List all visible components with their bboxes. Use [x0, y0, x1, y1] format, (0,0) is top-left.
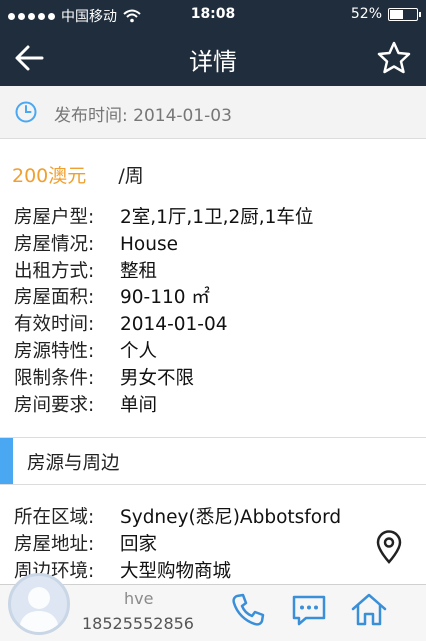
attribute-value: House	[120, 233, 178, 255]
page-title: 详情	[189, 48, 237, 76]
divider	[0, 484, 426, 485]
attribute-row: 房屋面积: 90-110 ㎡	[14, 285, 313, 312]
attribute-row: 房屋情况: House	[14, 232, 313, 259]
area-row: 房屋地址: 回家	[14, 532, 341, 559]
attribute-row: 房屋户型: 2室,1厅,1卫,2厨,1车位	[14, 205, 313, 232]
attribute-label: 房屋情况:	[14, 233, 95, 255]
area-value: 回家	[120, 533, 158, 555]
publish-date: 发布时间: 2014-01-03	[54, 106, 232, 126]
price-unit: /周	[118, 165, 144, 187]
section-accent-bar	[0, 438, 13, 484]
attribute-value: 单间	[120, 394, 158, 416]
attribute-row: 房源特性: 个人	[14, 339, 313, 366]
attribute-row: 有效时间: 2014-01-04	[14, 312, 313, 339]
map-pin-icon[interactable]	[374, 530, 404, 564]
attribute-label: 房间要求:	[14, 394, 95, 416]
battery-icon	[388, 7, 421, 21]
clock-icon	[15, 101, 37, 123]
section-title: 房源与周边	[27, 453, 120, 474]
section-header: 房源与周边	[0, 438, 426, 484]
attribute-value: 整租	[120, 260, 158, 282]
area-value: 大型购物商城	[120, 560, 232, 582]
attribute-value: 个人	[120, 340, 158, 362]
contact-phone: 18525552856	[82, 614, 194, 633]
attribute-row: 限制条件: 男女不限	[14, 366, 313, 393]
attribute-label: 房屋面积:	[14, 287, 95, 309]
phone-icon[interactable]	[228, 590, 268, 630]
attribute-value: 男女不限	[120, 367, 195, 389]
nav-bar: 详情	[0, 30, 426, 86]
attribute-label: 房源特性:	[14, 340, 95, 362]
attribute-value: 90-110 ㎡	[120, 287, 210, 309]
publish-bar: 发布时间: 2014-01-03	[0, 86, 426, 139]
battery-percent: 52%	[350, 6, 382, 22]
price-amount: 200澳元	[12, 165, 87, 187]
attribute-row: 房间要求: 单间	[14, 393, 313, 420]
battery-group: 52%	[350, 6, 421, 22]
area-label: 房屋地址:	[14, 533, 95, 555]
area-label: 所在区域:	[14, 507, 95, 528]
price: 200澳元 /周	[12, 161, 144, 188]
area-value: Sydney(悉尼)Abbotsford	[120, 507, 342, 528]
message-icon[interactable]	[289, 590, 329, 630]
attribute-value: 2014-01-04	[120, 314, 228, 336]
attribute-label: 有效时间:	[14, 314, 95, 336]
attribute-label: 限制条件:	[14, 367, 95, 389]
contact-name: hve	[124, 589, 154, 608]
area-row: 周边环境: 大型购物商城	[14, 559, 341, 586]
attribute-value: 2室,1厅,1卫,2厨,1车位	[120, 207, 314, 228]
home-icon[interactable]	[349, 590, 389, 630]
star-icon[interactable]	[376, 40, 412, 76]
attribute-label: 出租方式:	[14, 260, 95, 282]
area-row: 所在区域: Sydney(悉尼)Abbotsford	[14, 505, 341, 532]
avatar[interactable]	[8, 573, 70, 635]
area-list: 所在区域: Sydney(悉尼)Abbotsford 房屋地址: 回家 周边环境: 大…	[14, 505, 341, 585]
attribute-row: 出租方式: 整租	[14, 259, 313, 286]
attribute-label: 房屋户型:	[14, 207, 95, 228]
status-bar: 中国移动 18:08 52%	[0, 0, 426, 30]
attribute-list: 房屋户型: 2室,1厅,1卫,2厨,1车位 房屋情况: House 出租方式: 整租 …	[14, 205, 313, 419]
